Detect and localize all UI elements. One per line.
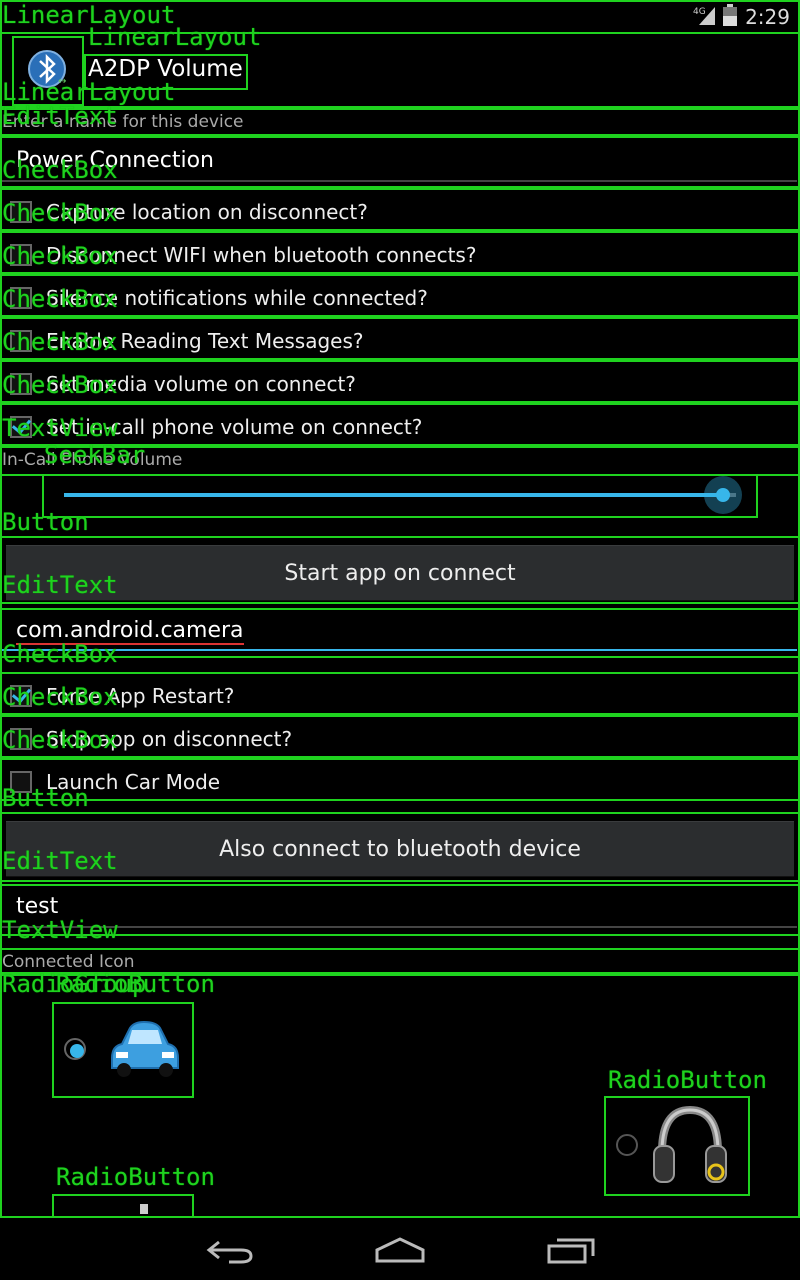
navigation-bar <box>0 1218 800 1280</box>
overlay-cb8 <box>0 715 800 758</box>
overlay-title <box>84 54 248 90</box>
overlay-edit1 <box>0 136 800 188</box>
overlay-radio3 <box>52 1194 194 1220</box>
overlay-label3 <box>0 948 800 974</box>
overlay-cb6 <box>0 403 800 446</box>
overlay-button1 <box>0 536 800 610</box>
recent-apps-icon[interactable] <box>546 1236 596 1264</box>
overlay-cb2 <box>0 231 800 274</box>
home-icon[interactable] <box>374 1236 426 1264</box>
overlay-cb1 <box>0 188 800 231</box>
overlay-radio1 <box>52 1002 194 1098</box>
overlay-cb4 <box>0 317 800 360</box>
overlay-edit2 <box>0 602 800 658</box>
overlay-cb3 <box>0 274 800 317</box>
overlay-button2 <box>0 812 800 886</box>
overlay-seekbar <box>42 474 758 518</box>
overlay-cb9 <box>0 758 800 801</box>
overlay-label2 <box>0 446 800 476</box>
overlay-cb7 <box>0 672 800 715</box>
back-icon[interactable] <box>205 1236 255 1264</box>
overlay-radio2 <box>604 1096 750 1196</box>
overlay-image <box>12 36 84 106</box>
overlay-label1 <box>0 108 800 136</box>
overlay-cb5 <box>0 360 800 403</box>
overlay-edit3 <box>0 880 800 936</box>
